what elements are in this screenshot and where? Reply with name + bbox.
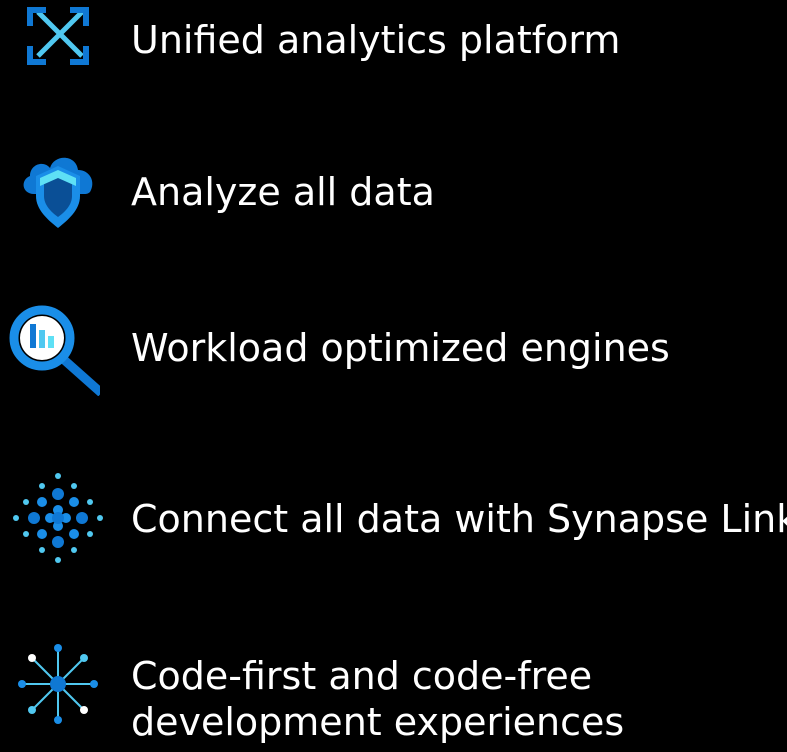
feature-label: Unified analytics platform xyxy=(131,18,621,62)
hub-spokes-icon xyxy=(10,636,106,732)
feature-label: Code-first and code-free development exp… xyxy=(131,653,624,745)
feature-label: Analyze all data xyxy=(131,170,435,214)
feature-label-line: Code-first and code-free xyxy=(131,654,593,698)
dot-grid-icon xyxy=(10,470,106,566)
feature-label: Workload optimized engines xyxy=(131,326,670,370)
feature-label-line: development experiences xyxy=(131,700,625,744)
expand-arrows-icon xyxy=(10,0,106,86)
feature-label: Connect all data with Synapse Link xyxy=(131,497,787,541)
cloud-shield-icon xyxy=(10,140,106,236)
magnifier-chart-icon xyxy=(4,300,100,396)
